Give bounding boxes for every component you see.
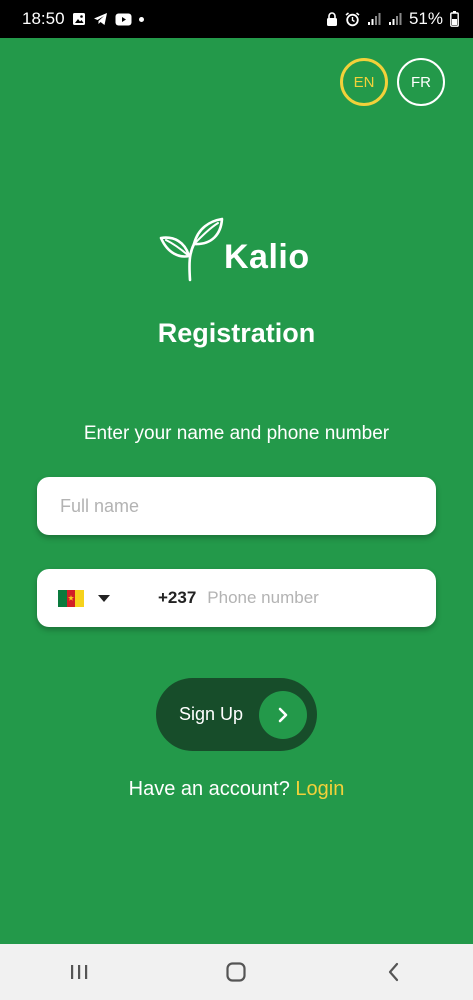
recent-apps-icon[interactable] — [49, 952, 109, 992]
status-time: 18:50 — [22, 9, 65, 28]
home-icon[interactable] — [206, 952, 266, 992]
phone-number-input[interactable] — [207, 588, 436, 608]
alarm-icon — [345, 11, 360, 27]
lock-icon — [326, 11, 338, 27]
language-fr-label: FR — [411, 73, 431, 91]
battery-icon — [450, 11, 459, 27]
back-icon[interactable] — [364, 952, 424, 992]
language-en-button[interactable]: EN — [340, 58, 388, 106]
telegram-icon — [93, 12, 108, 26]
chevron-right-icon — [259, 691, 307, 739]
login-link[interactable]: Login — [295, 778, 344, 800]
notification-dot-icon — [138, 16, 144, 22]
page-title: Registration — [157, 318, 316, 348]
phone-field[interactable]: +237 — [37, 569, 436, 627]
navigation-bar — [0, 944, 473, 1000]
cameroon-flag-icon — [58, 589, 85, 607]
gallery-icon — [72, 12, 86, 26]
country-code-dropdown[interactable] — [58, 589, 110, 607]
language-fr-button[interactable]: FR — [397, 58, 445, 106]
instruction-text: Enter your name and phone number — [83, 423, 390, 444]
signal-icon — [388, 12, 402, 26]
full-name-field[interactable] — [37, 477, 436, 535]
caret-down-icon — [98, 594, 110, 602]
login-prompt: Have an account? — [128, 778, 290, 800]
sign-up-button[interactable]: Sign Up — [156, 678, 317, 751]
app-logo: Kalio — [158, 214, 310, 287]
full-name-input[interactable] — [60, 495, 436, 517]
status-bar: 18:50 51% — [0, 0, 473, 38]
language-en-label: EN — [353, 73, 375, 91]
status-bar-left: 18:50 — [22, 9, 144, 29]
sign-up-label: Sign Up — [179, 704, 244, 724]
logo-text: Kalio — [224, 238, 310, 276]
youtube-icon — [115, 13, 132, 26]
login-row: Have an account? Login — [0, 778, 473, 801]
signal-icon — [367, 12, 381, 26]
status-bar-right: 51% — [326, 9, 459, 29]
dial-code: +237 — [158, 588, 197, 607]
battery-percentage: 51% — [408, 9, 443, 28]
leaf-icon — [158, 214, 228, 287]
